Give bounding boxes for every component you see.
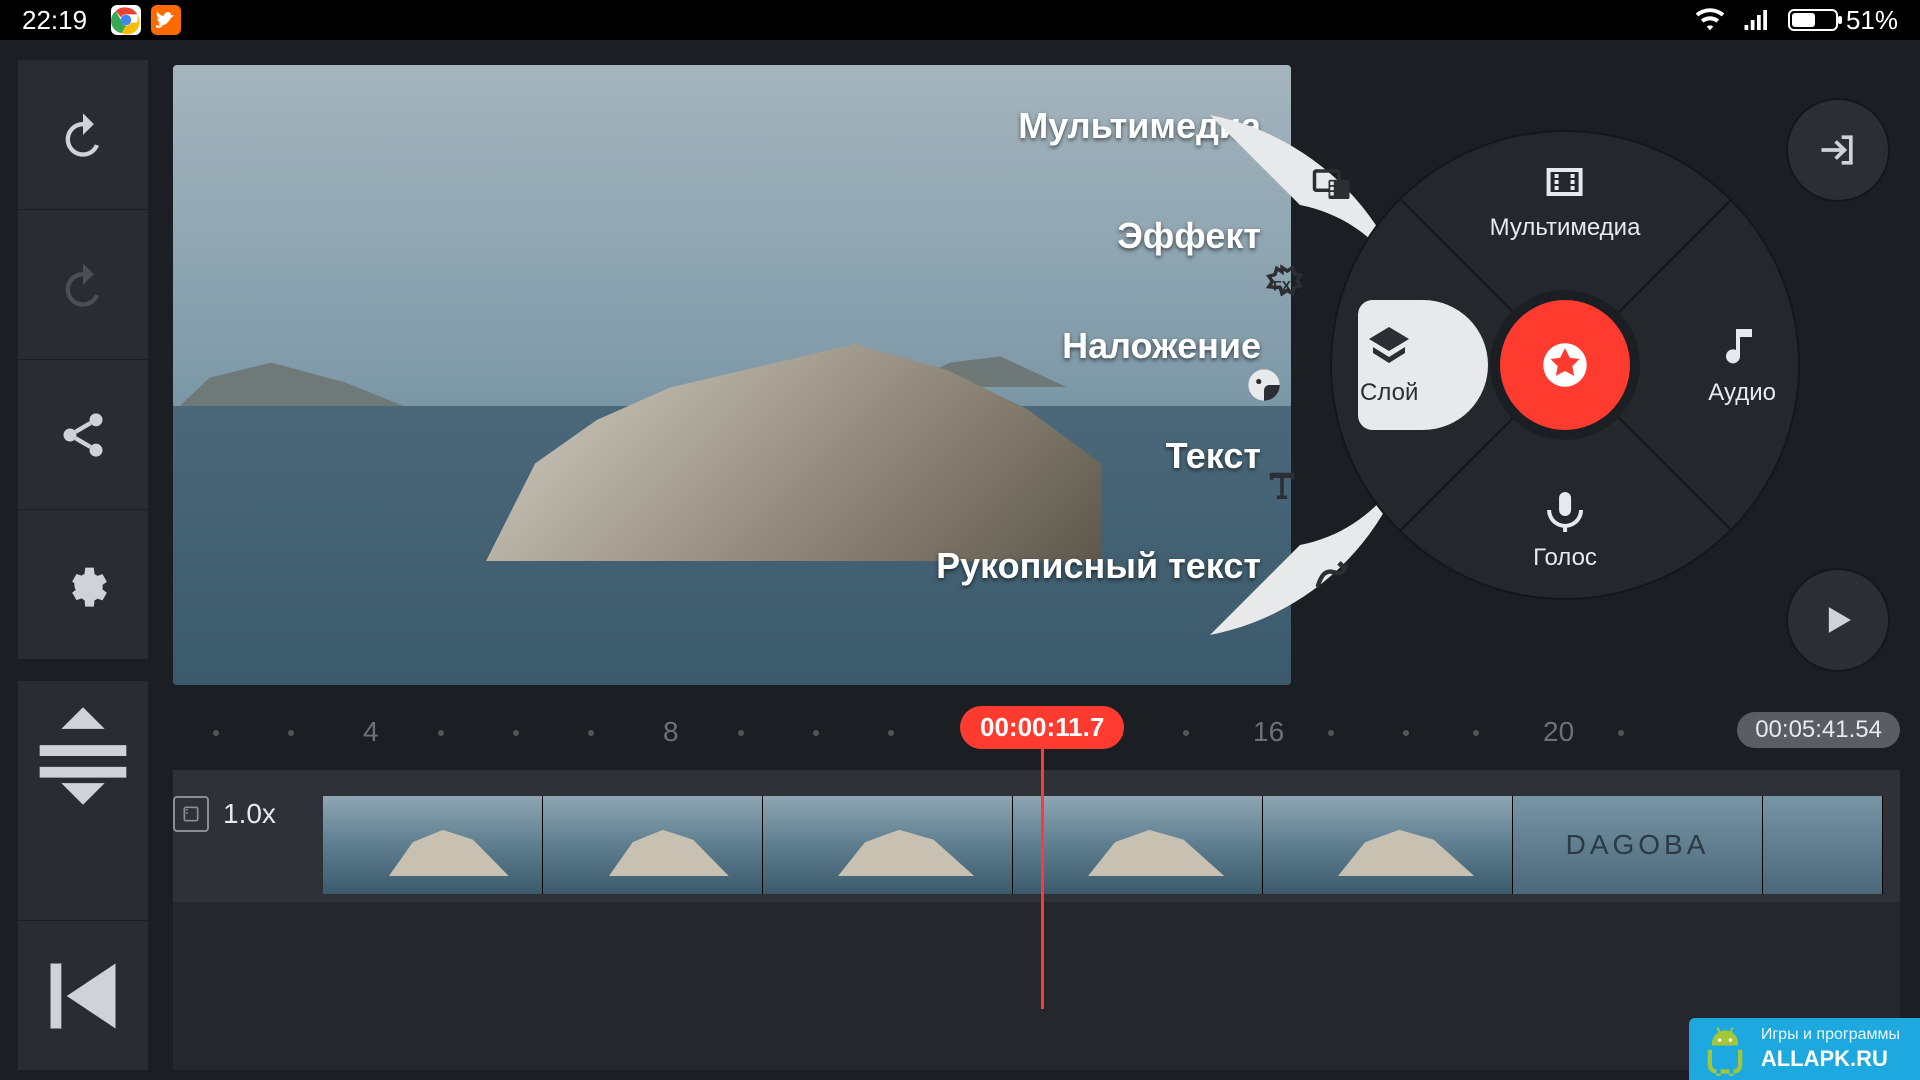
- layer-text-button[interactable]: [1250, 453, 1314, 517]
- timeline-expand-button[interactable]: [18, 680, 148, 830]
- android-icon: [1699, 1026, 1751, 1078]
- layer-type-labels: Мультимедиа Эффект Наложение Текст Рукоп…: [936, 105, 1261, 587]
- chrome-icon: [111, 5, 141, 35]
- label-handwriting: Рукописный текст: [936, 545, 1261, 587]
- battery-icon: [1788, 9, 1838, 31]
- wheel-audio-label: Аудио: [1708, 379, 1776, 407]
- clip[interactable]: [323, 796, 543, 894]
- share-button[interactable]: [18, 360, 148, 510]
- total-duration: 00:05:41.54: [1737, 712, 1900, 748]
- wheel-audio-button[interactable]: Аудио: [1708, 323, 1776, 407]
- wifi-icon: [1694, 7, 1726, 33]
- layer-sticker-button[interactable]: [1232, 353, 1296, 417]
- ruler-mark: 20: [1543, 716, 1574, 748]
- label-multimedia: Мультимедиа: [936, 105, 1261, 147]
- signal-icon: [1742, 7, 1772, 33]
- status-bar: 22:19 51%: [0, 0, 1920, 40]
- battery-percent: 51%: [1846, 5, 1898, 36]
- watermark: Игры и программы ALLAPK.RU: [1689, 1018, 1920, 1080]
- settings-button[interactable]: [18, 510, 148, 660]
- speed-value: 1.0x: [223, 798, 276, 830]
- video-preview[interactable]: Мультимедиа Эффект Наложение Текст Рукоп…: [173, 65, 1291, 685]
- clip[interactable]: [543, 796, 763, 894]
- redo-button[interactable]: [18, 210, 148, 360]
- play-button[interactable]: [1788, 570, 1888, 670]
- wheel-layer-label: Слой: [1360, 379, 1418, 407]
- left-toolbar: [18, 60, 148, 1070]
- track-speed[interactable]: 1.0x: [173, 796, 276, 832]
- ruler-mark: 16: [1253, 716, 1284, 748]
- notification-icons: [111, 5, 181, 35]
- action-wheel: Мультимедиа Аудио Голос Слой: [1330, 130, 1800, 600]
- clip[interactable]: [1763, 796, 1883, 894]
- undo-button[interactable]: [18, 60, 148, 210]
- wheel-voice-label: Голос: [1533, 544, 1597, 572]
- svg-text:FX: FX: [1273, 277, 1292, 293]
- clip[interactable]: [1263, 796, 1513, 894]
- record-button[interactable]: [1500, 300, 1630, 430]
- layer-handwriting-button[interactable]: [1300, 543, 1364, 607]
- wheel-media-button[interactable]: Мультимедиа: [1490, 158, 1641, 242]
- wheel-voice-button[interactable]: Голос: [1533, 488, 1597, 572]
- clip-title: DAGOBA: [1513, 796, 1762, 894]
- app-icon: [151, 5, 181, 35]
- wheel-media-label: Мультимедиа: [1490, 214, 1641, 242]
- ruler-mark: 4: [363, 716, 379, 748]
- skip-start-button[interactable]: [18, 920, 148, 1070]
- layer-effect-button[interactable]: FX: [1250, 253, 1314, 317]
- label-overlay: Наложение: [936, 325, 1261, 367]
- wheel-layer-button[interactable]: Слой: [1360, 323, 1418, 407]
- label-effect: Эффект: [936, 215, 1261, 257]
- system-icons: 51%: [1694, 5, 1898, 36]
- clip[interactable]: DAGOBA: [1513, 796, 1763, 894]
- ruler-mark: 8: [663, 716, 679, 748]
- exit-button[interactable]: [1788, 100, 1888, 200]
- label-text: Текст: [936, 435, 1261, 477]
- track-type-icon: [173, 796, 209, 832]
- watermark-site: ALLAPK.RU: [1761, 1046, 1888, 1071]
- playhead-time: 00:00:11.7: [960, 706, 1124, 749]
- playhead[interactable]: 00:00:11.7: [960, 706, 1124, 1009]
- watermark-tagline: Игры и программы: [1761, 1026, 1900, 1044]
- clock: 22:19: [22, 5, 87, 36]
- layer-media-button[interactable]: [1300, 153, 1364, 217]
